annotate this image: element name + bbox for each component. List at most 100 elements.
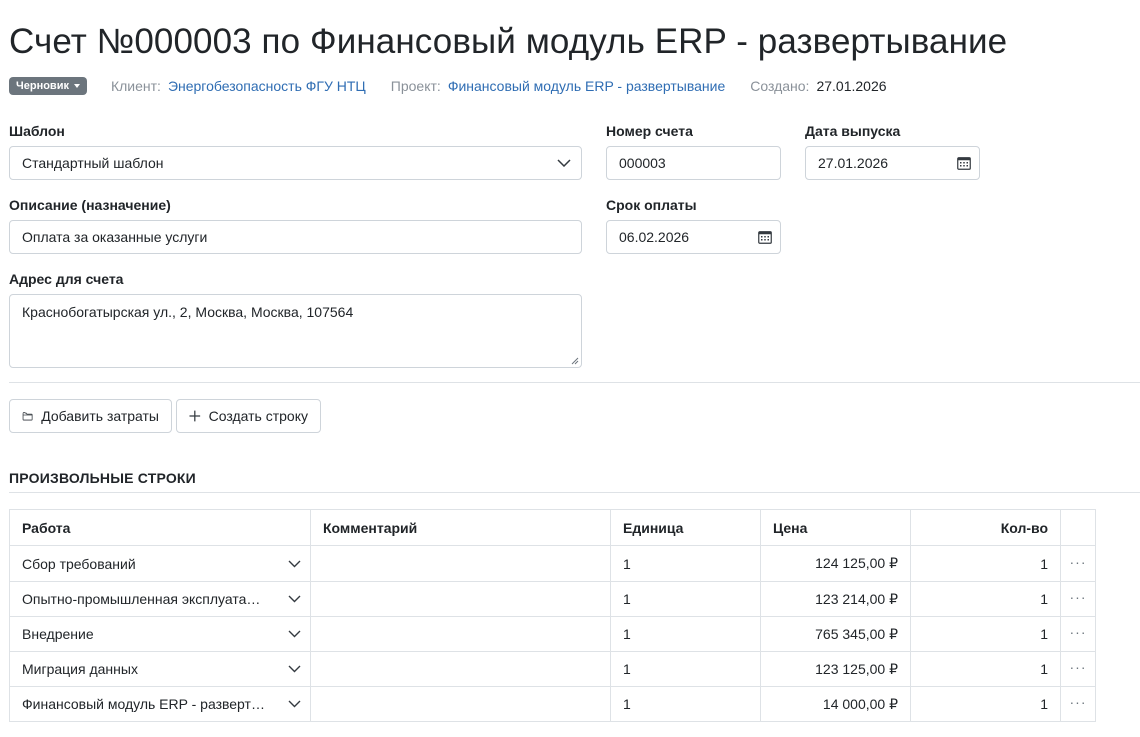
project-link[interactable]: Финансовый модуль ERP - развертывание xyxy=(448,78,725,94)
work-select[interactable]: Сбор требований xyxy=(10,546,310,581)
status-badge-label: Черновик xyxy=(16,80,69,92)
qty-cell[interactable]: 1 xyxy=(910,687,1060,721)
description-label: Описание (назначение) xyxy=(9,197,171,213)
work-select[interactable]: Финансовый модуль ERP - развертывание xyxy=(10,687,310,721)
table-row: Опытно-промышленная эксплуатация 1 123 2… xyxy=(10,581,1095,616)
column-header-actions xyxy=(1060,510,1095,545)
qty-cell[interactable]: 1 xyxy=(910,617,1060,651)
description-input[interactable]: Оплата за оказанные услуги xyxy=(9,220,582,254)
due-date-value: 06.02.2026 xyxy=(619,229,690,245)
invoice-number-input[interactable]: 000003 xyxy=(606,146,781,180)
section-divider xyxy=(9,382,1140,383)
table-row: Финансовый модуль ERP - развертывание 1 … xyxy=(10,686,1095,721)
comment-cell[interactable] xyxy=(310,546,610,581)
status-badge[interactable]: Черновик xyxy=(9,77,87,95)
issue-date-input[interactable]: 27.01.2026 xyxy=(805,146,980,180)
unit-cell[interactable]: 1 xyxy=(610,652,760,686)
table-row: Внедрение 1 765 345,00 ₽ 1 ··· xyxy=(10,616,1095,651)
due-date-input[interactable]: 06.02.2026 xyxy=(606,220,781,254)
project-label: Проект: xyxy=(390,78,441,94)
column-header-work: Работа xyxy=(22,519,71,536)
price-cell[interactable]: 123 214,00 ₽ xyxy=(760,582,910,616)
section-title-divider xyxy=(9,492,1140,493)
column-header-price: Цена xyxy=(760,510,910,545)
add-expenses-label: Добавить затраты xyxy=(41,408,159,424)
chevron-down-icon xyxy=(288,560,301,567)
work-select[interactable]: Миграция данных xyxy=(10,652,310,686)
work-value: Внедрение xyxy=(22,626,94,642)
price-cell[interactable]: 14 000,00 ₽ xyxy=(760,687,910,721)
work-value: Сбор требований xyxy=(22,555,136,572)
address-textarea[interactable]: Краснобогатырская ул., 2, Москва, Москва… xyxy=(9,294,582,368)
row-actions[interactable]: ··· xyxy=(1060,652,1095,686)
price-cell[interactable]: 765 345,00 ₽ xyxy=(760,617,910,651)
price-cell[interactable]: 124 125,00 ₽ xyxy=(760,546,910,581)
folder-icon xyxy=(22,412,33,421)
template-select[interactable]: Стандартный шаблон xyxy=(9,146,582,180)
more-horizontal-icon[interactable]: ··· xyxy=(1070,695,1087,709)
row-actions[interactable]: ··· xyxy=(1060,582,1095,616)
unit-cell[interactable]: 1 xyxy=(610,546,760,581)
invoice-number-value: 000003 xyxy=(619,155,666,171)
qty-cell[interactable]: 1 xyxy=(910,582,1060,616)
chevron-down-icon xyxy=(288,700,301,708)
table-row: Сбор требований 1 124 125,00 ₽ 1 ··· xyxy=(10,546,1095,581)
created-label: Создано: xyxy=(750,78,810,94)
row-actions[interactable]: ··· xyxy=(1060,546,1095,581)
unit-cell[interactable]: 1 xyxy=(610,687,760,721)
issue-date-value: 27.01.2026 xyxy=(818,155,889,171)
client-label: Клиент: xyxy=(110,78,161,94)
issue-date-label: Дата выпуска xyxy=(805,123,901,139)
row-actions[interactable]: ··· xyxy=(1060,617,1095,651)
chevron-down-icon xyxy=(288,595,301,603)
plus-icon xyxy=(189,410,201,422)
caret-down-icon xyxy=(73,84,80,88)
address-label: Адрес для счета xyxy=(9,271,124,287)
due-date-label: Срок оплаты xyxy=(606,197,697,213)
comment-cell[interactable] xyxy=(310,652,610,686)
more-horizontal-icon[interactable]: ··· xyxy=(1070,590,1087,604)
comment-cell[interactable] xyxy=(310,687,610,721)
table-row: Миграция данных 1 123 125,00 ₽ 1 ··· xyxy=(10,651,1095,686)
calendar-icon[interactable] xyxy=(758,230,772,244)
invoice-number-label: Номер счета xyxy=(606,123,693,139)
unit-cell[interactable]: 1 xyxy=(610,582,760,616)
qty-cell[interactable]: 1 xyxy=(910,546,1060,581)
create-row-button[interactable]: Создать строку xyxy=(176,399,321,433)
column-header-comment: Комментарий xyxy=(310,510,610,545)
work-value: Миграция данных xyxy=(22,661,138,677)
more-horizontal-icon[interactable]: ··· xyxy=(1070,625,1087,639)
template-label: Шаблон xyxy=(9,123,65,139)
comment-cell[interactable] xyxy=(310,617,610,651)
column-header-unit: Единица xyxy=(610,510,760,545)
description-value: Оплата за оказанные услуги xyxy=(22,229,208,245)
page-title: Счет №000003 по Финансовый модуль ERP - … xyxy=(9,22,1008,61)
work-select[interactable]: Внедрение xyxy=(10,617,310,651)
more-horizontal-icon[interactable]: ··· xyxy=(1070,660,1087,674)
work-value: Финансовый модуль ERP - развертывание xyxy=(22,696,268,712)
row-actions[interactable]: ··· xyxy=(1060,687,1095,721)
custom-rows-section-title: ПРОИЗВОЛЬНЫЕ СТРОКИ xyxy=(9,470,196,486)
custom-rows-table: Работа Комментарий Единица Цена Кол-во С… xyxy=(9,509,1096,722)
resize-handle-icon[interactable] xyxy=(571,357,579,365)
chevron-down-icon xyxy=(557,159,571,167)
chevron-down-icon xyxy=(288,665,301,673)
add-expenses-button[interactable]: Добавить затраты xyxy=(9,399,172,433)
column-header-qty: Кол-во xyxy=(910,510,1060,545)
work-value: Опытно-промышленная эксплуатация xyxy=(22,591,268,607)
price-cell[interactable]: 123 125,00 ₽ xyxy=(760,652,910,686)
created-value: 27.01.2026 xyxy=(816,78,887,94)
template-select-value: Стандартный шаблон xyxy=(22,155,164,171)
table-header-row: Работа Комментарий Единица Цена Кол-во xyxy=(10,510,1095,546)
qty-cell[interactable]: 1 xyxy=(910,652,1060,686)
invoice-meta: Черновик Клиент: Энергобезопасность ФГУ … xyxy=(9,76,887,96)
more-horizontal-icon[interactable]: ··· xyxy=(1070,555,1087,569)
client-link[interactable]: Энергобезопасность ФГУ НТЦ xyxy=(168,78,366,94)
address-value: Краснобогатырская ул., 2, Москва, Москва… xyxy=(22,304,354,320)
work-select[interactable]: Опытно-промышленная эксплуатация xyxy=(10,582,310,616)
create-row-label: Создать строку xyxy=(208,408,308,424)
chevron-down-icon xyxy=(288,630,301,638)
calendar-icon[interactable] xyxy=(957,156,971,170)
comment-cell[interactable] xyxy=(310,582,610,616)
unit-cell[interactable]: 1 xyxy=(610,617,760,651)
